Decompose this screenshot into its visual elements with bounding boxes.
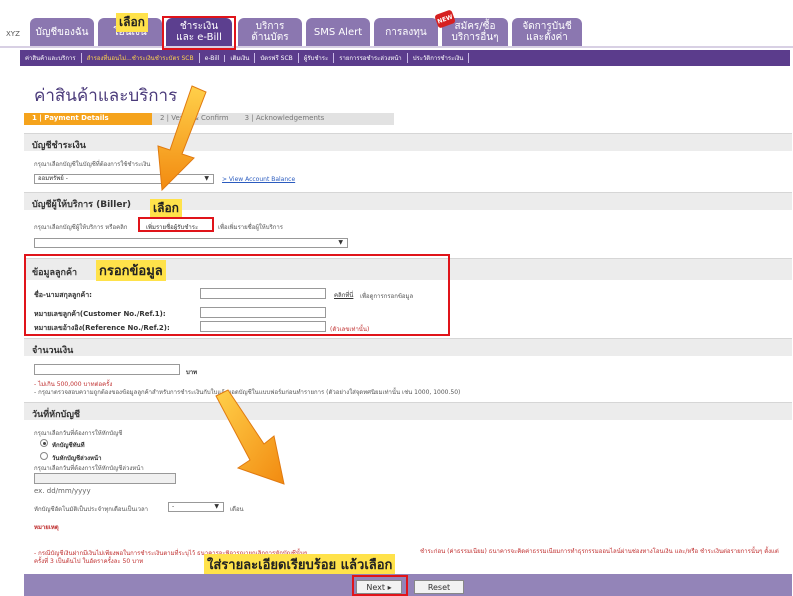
subnav-item[interactable]: ประวัติการชำระเงิน [408, 53, 470, 63]
section-amount-heading: จำนวนเงิน [24, 338, 792, 356]
tab-label: บัญชีของฉัน [35, 26, 89, 38]
radio-pay-future-label: วันหักบัญชีล่วงหน้า [52, 455, 102, 462]
subnav-item[interactable]: ผู้รับชำระ [299, 53, 335, 63]
annotation-bottom-instruction: ใส่รายละเอียดเรียบร้อย แล้วเลือก [204, 554, 396, 575]
tab-apply-services[interactable]: NEW สมัคร/ซื้อ บริการอื่นๆ [434, 9, 508, 46]
view-balance-link[interactable]: > View Account Balance [222, 176, 295, 183]
subnav-item[interactable]: สำรองที่นอนไม่...ชำระเงินชำระบัตร SCB [82, 53, 200, 63]
ref2-label: หมายเลขอ้างอิง(Reference No./Ref.2): [34, 324, 170, 332]
annotation-arrow-down-icon [157, 85, 207, 192]
future-date-prompt: กรุณาเลือกวันที่ต้องการให้หักบัญชีล่วงหน… [34, 465, 144, 472]
digits-only-note: (ตัวเลขเท่านั้น) [330, 326, 370, 333]
terms-text-b: ครั้งที่ 3 เป็นต้นไป ในอัตราครั้งละ 50 บ… [34, 558, 144, 565]
action-bar [24, 574, 792, 596]
subnav-item[interactable]: เติมเงิน [225, 53, 256, 63]
radio-pay-now-label: หักบัญชีทันที [52, 442, 85, 449]
click-here-link[interactable]: คลิกที่นี่ [334, 290, 353, 300]
date-format-hint: ex. dd/mm/yyyy [34, 487, 91, 495]
highlight-box-next [352, 575, 408, 596]
annotation-arrow-down-right-icon [215, 389, 285, 485]
tab-investment[interactable]: การลงทุน [374, 18, 438, 46]
terms-text-c: ชำระก่อน (ค่าธรรมเนียม) ธนาคารจะคิดค่าธร… [420, 548, 779, 555]
step-acknowledgements: 3 | Acknowledgements [244, 114, 325, 122]
annotation-select-tab: เลือก [116, 13, 148, 32]
date-prompt: กรุณาเลือกวันที่ต้องการให้หักบัญชี [34, 430, 123, 437]
customer-name-input[interactable] [200, 288, 326, 299]
brand-label: XYZ [6, 30, 20, 38]
future-date-input[interactable] [34, 473, 176, 484]
tab-manage-account[interactable]: จัดการบันชี และตั้งค่า [512, 18, 582, 46]
tab-sms-alert[interactable]: SMS Alert [306, 18, 370, 46]
radio-pay-now[interactable] [40, 439, 48, 447]
recur-months-select[interactable]: - ▼ [168, 502, 224, 512]
ref1-label: หมายเลขลูกค้า(Customer No./Ref.1): [34, 310, 166, 318]
section-account-heading: บัญชีชำระเงิน [24, 133, 792, 151]
subnav-item[interactable]: e-Bill [200, 54, 226, 62]
ref1-input[interactable] [200, 307, 326, 318]
chevron-down-icon: ▼ [214, 503, 219, 510]
account-prompt: กรุณาเลือกบัญชีในบัญชีที่ต้องการใช้ชำระเ… [34, 161, 151, 168]
recur-selected-value: - [172, 503, 175, 510]
tab-label: บริการ ด้านบัตร [251, 21, 289, 43]
biller-prompt-b: เพื่อเพิ่มรายชื่อผู้ให้บริการ [218, 224, 284, 231]
section-biller-heading: บัญชีผู้ให้บริการ (Biller) [24, 192, 792, 210]
subnav-item[interactable]: รายการรอชำระล่วงหน้า [334, 53, 408, 63]
annotation-select-biller: เลือก [150, 199, 182, 218]
highlight-box-add-biller [138, 217, 214, 232]
tab-label: SMS Alert [313, 26, 363, 38]
highlight-box-tab [162, 16, 236, 50]
subnav-item[interactable]: ค่าสินค้าและบริการ [20, 53, 82, 63]
biller-select[interactable]: ▼ [34, 238, 348, 248]
amount-note-check: - กรุณาตรวจสอบความถูกต้องของข้อมูลลูกค้า… [34, 389, 461, 396]
ref2-input[interactable] [200, 321, 326, 332]
sub-navigation: ค่าสินค้าและบริการ สำรองที่นอนไม่...ชำระ… [20, 50, 790, 66]
customer-name-label: ชื่อ-นามสกุลลูกค้า: [34, 291, 92, 299]
tab-my-account[interactable]: บัญชีของฉัน [30, 18, 94, 46]
biller-prompt-a: กรุณาเลือกบัญชีผู้ให้บริการ หรือคลิก [34, 224, 128, 231]
amount-input[interactable] [34, 364, 180, 375]
recur-prompt: หักบัญชีอัตโนมัติเป็นประจำทุกเดือนเป็นเว… [34, 506, 149, 513]
step-payment-details: 1 | Payment Details [24, 113, 152, 125]
tab-label: สมัคร/ซื้อ บริการอื่นๆ [451, 21, 499, 43]
section-date-heading: วันที่หักบัญชี [24, 402, 792, 420]
tab-label: การลงทุน [385, 26, 427, 38]
reset-button[interactable]: Reset [414, 580, 464, 594]
account-selected-value: ออมทรัพย์ - [38, 175, 68, 182]
amount-unit: บาท [186, 369, 198, 376]
terms-heading: หมายเหตุ [34, 524, 59, 531]
tab-label: จัดการบันชี และตั้งค่า [522, 21, 572, 43]
recur-unit: เดือน [230, 506, 244, 513]
click-here-note: เพื่อดูการกรอกข้อมูล [360, 293, 414, 300]
radio-pay-future[interactable] [40, 452, 48, 460]
chevron-down-icon: ▼ [338, 239, 343, 246]
subnav-item[interactable]: บัตรฟรี SCB [255, 53, 299, 63]
tab-card-services[interactable]: บริการ ด้านบัตร [238, 18, 302, 46]
